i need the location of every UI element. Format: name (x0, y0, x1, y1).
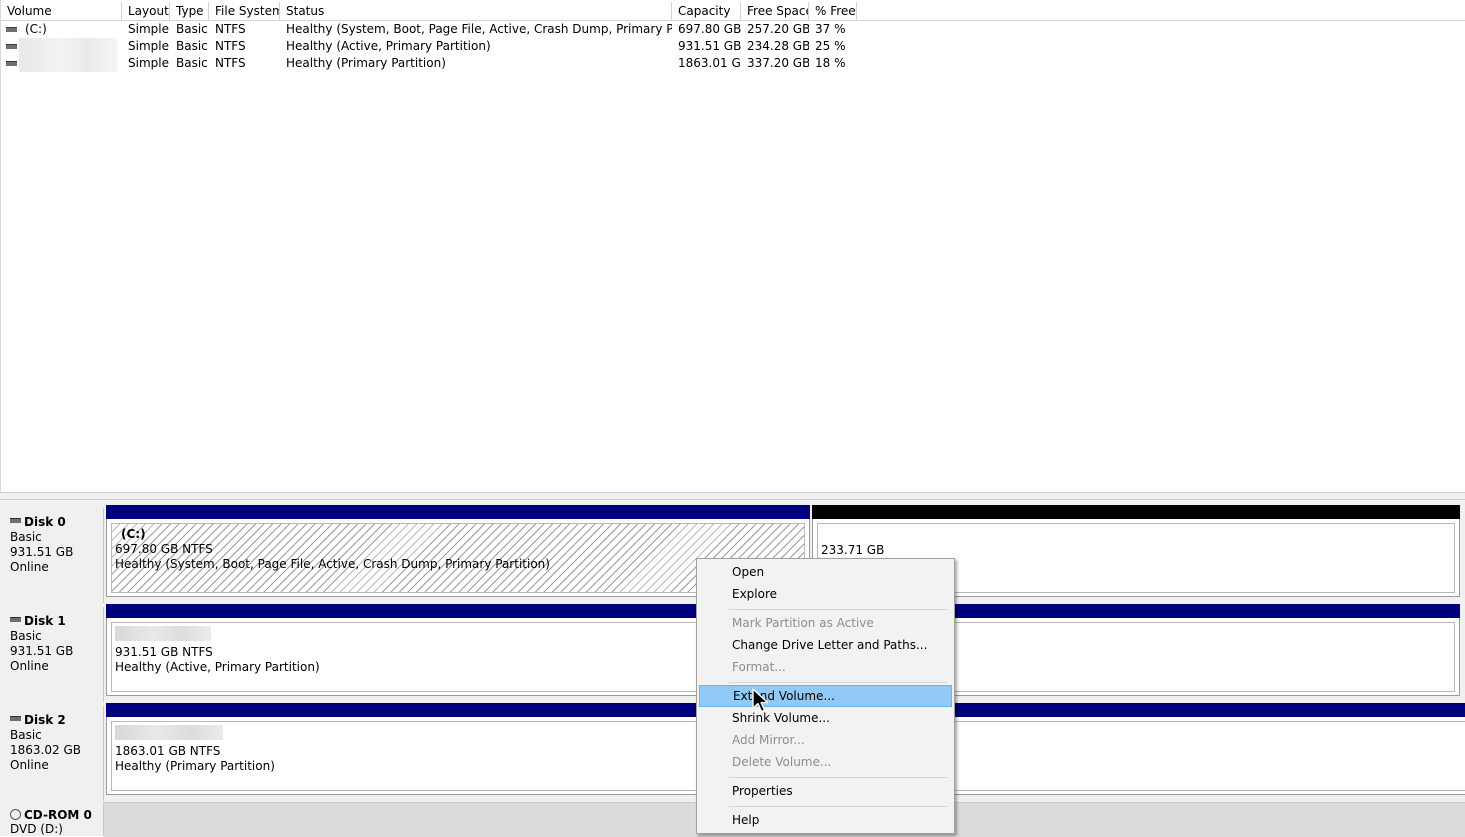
unallocated-bar (812, 505, 1460, 519)
menu-item-delete-volume: Delete Volume... (732, 755, 832, 769)
menu-item-open[interactable]: Open (699, 561, 952, 583)
cell-type: Basic (176, 39, 208, 53)
menu-item-properties[interactable]: Properties (699, 780, 952, 802)
table-row[interactable]: Simple Basic NTFS Healthy (Active, Prima… (1, 38, 1465, 55)
cell-free-space: 337.20 GB (747, 56, 809, 70)
disk-1-label[interactable]: Disk 1 Basic 931.51 GB Online (0, 607, 104, 702)
context-menu: Open Explore Mark Partition as Active Ch… (696, 558, 955, 834)
cell-percent-free: 18 % (815, 56, 846, 70)
cell-type: Basic (176, 56, 208, 70)
menu-item-mark-partition-active: Mark Partition as Active (732, 616, 874, 630)
menu-item-explore[interactable]: Explore (699, 583, 952, 605)
disk-icon (10, 518, 21, 523)
column-header-capacity[interactable]: Capacity (672, 2, 741, 20)
menu-separator (729, 806, 947, 807)
cell-layout: Simple (128, 56, 169, 70)
volume-list-header: Volume Layout Type File System Status Ca… (1, 2, 1465, 21)
disk-name: Disk 2 (24, 713, 66, 727)
drive-icon (6, 44, 17, 49)
redacted-volume-name (19, 55, 117, 72)
cell-layout: Simple (128, 39, 169, 53)
disk-name: Disk 1 (24, 614, 66, 628)
cdrom-0-label[interactable]: CD-ROM 0 DVD (D:) (0, 802, 104, 836)
table-row[interactable]: (C:) Simple Basic NTFS Healthy (System, … (1, 21, 1465, 38)
volume-list: Volume Layout Type File System Status Ca… (0, 0, 1465, 492)
column-header-free-space[interactable]: Free Space (741, 2, 809, 20)
disk-size: 931.51 GB (10, 644, 74, 658)
column-header-volume[interactable]: Volume (1, 2, 122, 20)
menu-item-change-drive-letter[interactable]: Change Drive Letter and Paths... (699, 634, 952, 656)
menu-separator (729, 682, 947, 683)
disk-kind: Basic (10, 530, 42, 544)
pane-splitter[interactable] (0, 492, 1465, 500)
disk-kind: Basic (10, 629, 42, 643)
disk-state: Online (10, 758, 49, 772)
column-header-layout[interactable]: Layout (122, 2, 170, 20)
cd-drive-icon (10, 809, 21, 820)
cell-percent-free: 37 % (815, 22, 846, 36)
cell-free-space: 257.20 GB (747, 22, 809, 36)
disk-state: Online (10, 659, 49, 673)
cell-layout: Simple (128, 22, 169, 36)
redacted-partition-label (115, 626, 211, 641)
drive-icon (6, 27, 17, 32)
menu-item-help[interactable]: Help (699, 809, 952, 831)
redacted-volume-name (19, 38, 117, 55)
partition-size: 697.80 GB NTFS (115, 542, 213, 556)
cell-file-system: NTFS (215, 56, 246, 70)
menu-separator (729, 609, 947, 610)
cell-capacity: 1863.01 GB (678, 56, 741, 70)
disk-icon (10, 716, 21, 721)
disk-2-label[interactable]: Disk 2 Basic 1863.02 GB Online (0, 706, 104, 801)
primary-partition-bar (106, 505, 810, 519)
disk-size: 1863.02 GB (10, 743, 81, 757)
menu-item-shrink-volume[interactable]: Shrink Volume... (699, 707, 952, 729)
menu-separator (729, 777, 947, 778)
disk-size: 931.51 GB (10, 545, 74, 559)
disk-0-label[interactable]: Disk 0 Basic 931.51 GB Online (0, 508, 104, 603)
table-row[interactable]: Simple Basic NTFS Healthy (Primary Parti… (1, 55, 1465, 72)
cell-percent-free: 25 % (815, 39, 846, 53)
cell-status: Healthy (Primary Partition) (286, 56, 446, 70)
cell-free-space: 234.28 GB (747, 39, 809, 53)
menu-item-extend-volume[interactable]: Extend Volume... (699, 685, 952, 707)
drive-icon (6, 61, 17, 66)
column-header-file-system[interactable]: File System (209, 2, 280, 20)
unallocated-size: 233.71 GB (821, 543, 885, 557)
column-header-percent-free[interactable]: % Free (809, 2, 857, 20)
cell-capacity: 931.51 GB (678, 39, 741, 53)
menu-item-add-mirror: Add Mirror... (732, 733, 805, 747)
cell-file-system: NTFS (215, 39, 246, 53)
cell-status: Healthy (Active, Primary Partition) (286, 39, 491, 53)
cell-file-system: NTFS (215, 22, 246, 36)
menu-item-format: Format... (732, 660, 786, 674)
cell-status: Healthy (System, Boot, Page File, Active… (286, 22, 672, 36)
redacted-partition-label (115, 725, 223, 740)
disk-icon (10, 617, 21, 622)
cdrom-drive: DVD (D:) (10, 822, 63, 836)
column-header-status[interactable]: Status (280, 2, 672, 20)
cdrom-name: CD-ROM 0 (24, 808, 92, 822)
disk-kind: Basic (10, 728, 42, 742)
cell-capacity: 697.80 GB (678, 22, 741, 36)
cell-volume: (C:) (25, 22, 47, 36)
disk-state: Online (10, 560, 49, 574)
disk-name: Disk 0 (24, 515, 66, 529)
partition-label: (C:) (121, 527, 146, 541)
mouse-cursor-icon (752, 688, 769, 713)
cell-type: Basic (176, 22, 208, 36)
column-header-type[interactable]: Type (170, 2, 209, 20)
